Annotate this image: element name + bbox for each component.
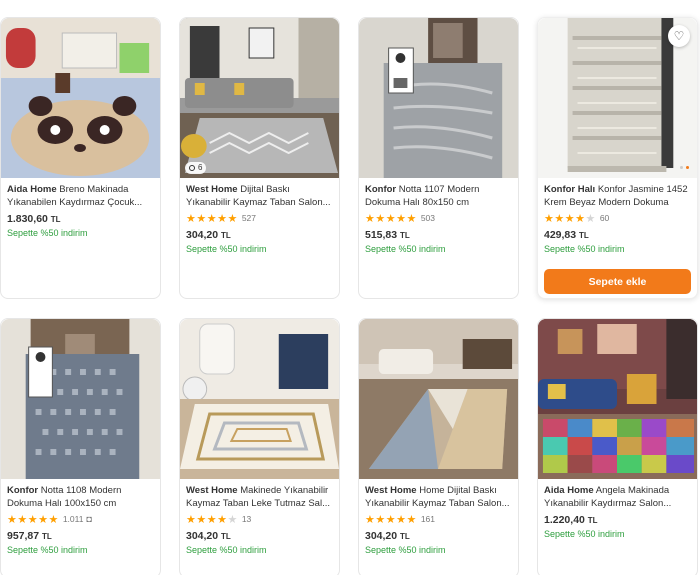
product-title[interactable]: Konfor Halı Konfor Jasmine 1452 Krem Bey…: [544, 183, 691, 209]
product-price: 1.830,60 TL: [7, 213, 61, 225]
rating: ★★★★★ 13: [186, 513, 252, 526]
product-price: 304,20 TL: [365, 530, 410, 542]
promo-text: Sepette %50 indirim: [365, 244, 446, 254]
product-image-patchwork-rug[interactable]: [538, 319, 697, 479]
product-price: 304,20 TL: [186, 530, 231, 542]
product-image-panda-rug[interactable]: [1, 18, 160, 178]
star-rating-icon: ★★★★★: [186, 513, 238, 526]
image-carousel-dots[interactable]: [680, 166, 689, 169]
star-rating-icon: ★★★★★: [365, 513, 417, 526]
product-title[interactable]: West Home Makinede Yıkanabilir Kaymaz Ta…: [186, 484, 333, 510]
camera-icon: ◘: [86, 514, 92, 524]
product-title[interactable]: Aida Home Breno Makinada Yıkanabilen Kay…: [7, 183, 154, 209]
promo-text: Sepette %50 indirim: [7, 545, 88, 555]
favorite-heart-icon[interactable]: ♡: [668, 25, 690, 47]
product-title[interactable]: Aida Home Angela Makinada Yıkanabilir Ka…: [544, 484, 691, 510]
promo-text: Sepette %50 indirim: [186, 545, 267, 555]
product-card[interactable]: West Home Home Dijital Baskı Yıkanabilir…: [358, 318, 519, 575]
rating: ★★★★★ 161: [365, 513, 435, 526]
star-rating-icon: ★★★★★: [544, 212, 596, 225]
product-image-geometric-rug[interactable]: [359, 319, 518, 479]
add-to-cart-button[interactable]: Sepete ekle: [544, 269, 691, 294]
star-rating-icon: ★★★★★: [7, 513, 59, 526]
product-card[interactable]: Aida Home Breno Makinada Yıkanabilen Kay…: [0, 17, 161, 299]
rating: ★★★★★ 527: [186, 212, 256, 225]
star-rating-icon: ★★★★★: [365, 212, 417, 225]
product-image-grey-rug[interactable]: [359, 18, 518, 178]
product-card[interactable]: Konfor Notta 1107 Modern Dokuma Halı 80x…: [358, 17, 519, 299]
promo-text: Sepette %50 indirim: [544, 529, 625, 539]
product-price: 304,20 TL: [186, 229, 231, 241]
product-title[interactable]: West Home Dijital Baskı Yıkanabilir Kaym…: [186, 183, 333, 209]
promo-text: Sepette %50 indirim: [186, 244, 267, 254]
product-title[interactable]: Konfor Notta 1107 Modern Dokuma Halı 80x…: [365, 183, 512, 209]
image-count-badge: 6: [185, 162, 207, 174]
photo-icon: [189, 165, 195, 171]
product-price: 515,83 TL: [365, 229, 410, 241]
product-card[interactable]: West Home Makinede Yıkanabilir Kaymaz Ta…: [179, 318, 340, 575]
product-price: 1.220,40 TL: [544, 514, 598, 526]
product-title[interactable]: Konfor Notta 1108 Modern Dokuma Halı 100…: [7, 484, 154, 510]
promo-text: Sepette %50 indirim: [365, 545, 446, 555]
product-price: 429,83 TL: [544, 229, 589, 241]
product-card[interactable]: Konfor Notta 1108 Modern Dokuma Halı 100…: [0, 318, 161, 575]
promo-text: Sepette %50 indirim: [7, 228, 88, 238]
promo-text: Sepette %50 indirim: [544, 244, 625, 254]
product-card[interactable]: ♡ Konfor Halı Konfor Jasmine 1452 Krem B…: [537, 17, 698, 299]
product-card[interactable]: Aida Home Angela Makinada Yıkanabilir Ka…: [537, 318, 698, 575]
product-title[interactable]: West Home Home Dijital Baskı Yıkanabilir…: [365, 484, 512, 510]
star-rating-icon: ★★★★★: [186, 212, 238, 225]
product-price: 957,87 TL: [7, 530, 52, 542]
product-image-frame-rug[interactable]: [180, 319, 339, 479]
product-card[interactable]: 6 West Home Dijital Baskı Yıkanabilir Ka…: [179, 17, 340, 299]
rating: ★★★★★ 60: [544, 212, 610, 225]
rating: ★★★★★ 503: [365, 212, 435, 225]
product-image-living-room-rug[interactable]: [180, 18, 339, 178]
rating: ★★★★★ 1.011 ◘: [7, 513, 92, 526]
product-image-blue-pattern-rug[interactable]: [1, 319, 160, 479]
